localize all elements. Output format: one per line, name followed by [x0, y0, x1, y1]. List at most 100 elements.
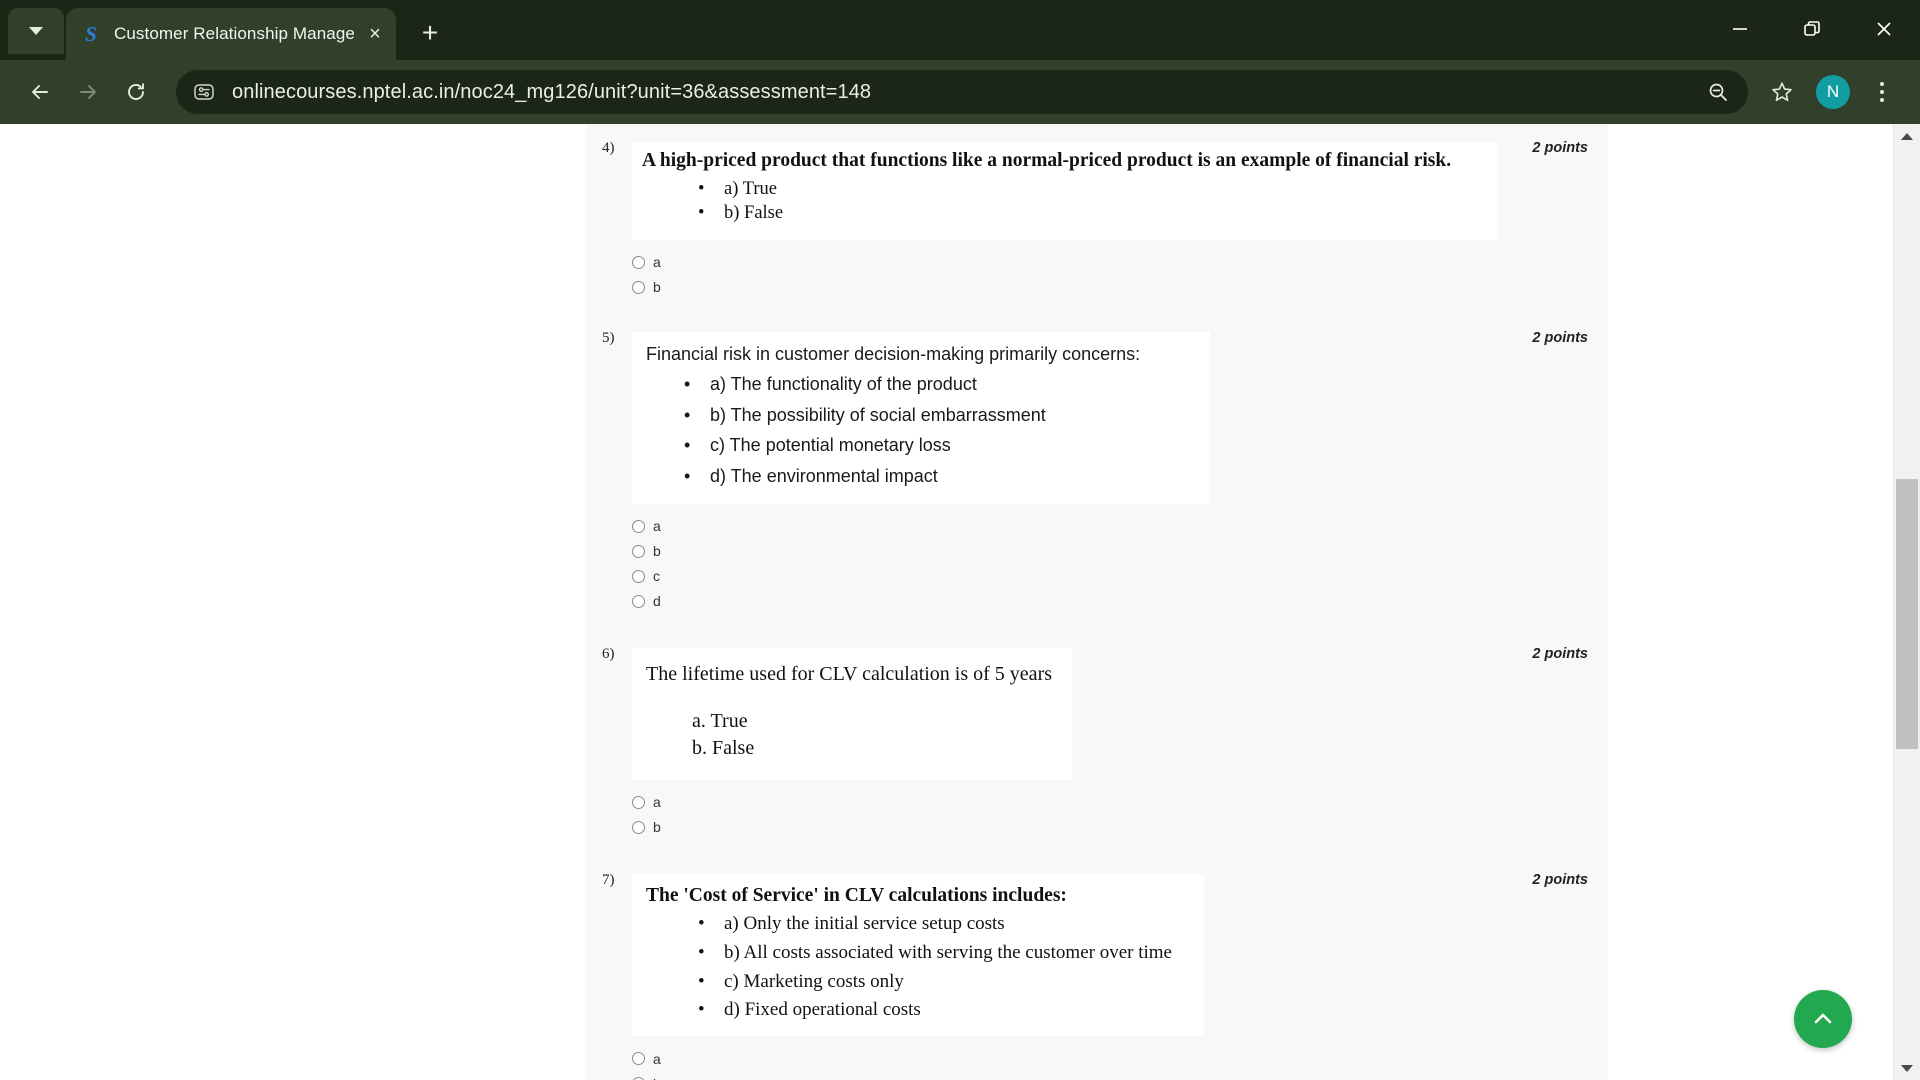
triangle-up-icon: [1901, 132, 1913, 140]
radio-button[interactable]: [632, 820, 645, 834]
answer-label: c: [653, 568, 660, 585]
tab-strip: S Customer Relationship Manage × +: [0, 0, 1920, 60]
forward-button[interactable]: [64, 68, 112, 116]
question-block: 5) 2 points Financial risk in customer d…: [586, 300, 1608, 614]
answer-choices: a b c d: [632, 504, 1608, 614]
option-item: b) All costs associated with serving the…: [698, 942, 1194, 965]
menu-dot: [1880, 82, 1884, 86]
option-item: b) The possibility of social embarrassme…: [684, 405, 1200, 427]
scroll-to-top-button[interactable]: [1794, 990, 1852, 1048]
answer-option-row[interactable]: a: [632, 1046, 1608, 1071]
answer-option-row[interactable]: b: [632, 1071, 1608, 1080]
scrollbar-down-arrow[interactable]: [1894, 1056, 1920, 1080]
question-points: 2 points: [1532, 871, 1588, 888]
close-window-button[interactable]: [1848, 0, 1920, 58]
radio-button[interactable]: [632, 569, 645, 583]
option-item: c) The potential monetary loss: [684, 435, 1200, 457]
minimize-button[interactable]: [1704, 0, 1776, 58]
radio-button[interactable]: [632, 280, 645, 294]
zoom-out-magnifier-icon[interactable]: [1696, 72, 1740, 112]
question-number: 6): [602, 645, 615, 662]
radio-button[interactable]: [632, 1052, 645, 1066]
question-options: a) Only the initial service setup costs …: [698, 913, 1194, 1022]
triangle-down-icon: [1901, 1064, 1913, 1072]
question-points: 2 points: [1532, 329, 1588, 346]
star-icon[interactable]: [1758, 68, 1806, 116]
new-tab-button[interactable]: +: [410, 13, 450, 53]
answer-option-row[interactable]: a: [632, 250, 1608, 275]
question-content: The 'Cost of Service' in CLV calculation…: [632, 873, 1204, 1037]
answer-choices: a b c d: [632, 1036, 1608, 1080]
back-button[interactable]: [16, 68, 64, 116]
question-block: 4) 2 points A high-priced product that f…: [586, 132, 1608, 300]
answer-label: b: [653, 1076, 661, 1080]
tab-title: Customer Relationship Manage: [114, 24, 355, 43]
question-number: 5): [602, 329, 615, 346]
question-points: 2 points: [1532, 140, 1588, 156]
answer-label: b: [653, 819, 661, 836]
option-item: b. False: [692, 736, 755, 759]
option-item: a) True: [698, 177, 1488, 202]
svg-text:S: S: [85, 23, 97, 45]
chevron-down-icon: [29, 27, 43, 35]
three-dot-menu-icon[interactable]: [1860, 68, 1904, 116]
option-item: a. True: [692, 709, 748, 732]
question-number: 7): [602, 871, 615, 888]
close-icon[interactable]: ×: [360, 19, 390, 49]
browser-tab[interactable]: S Customer Relationship Manage ×: [66, 8, 396, 60]
question-heading: Financial risk in customer decision-maki…: [646, 343, 1141, 364]
option-item: a) The functionality of the product: [684, 374, 1200, 396]
option-item: d) The environmental impact: [684, 466, 1200, 488]
option-item: b) False: [698, 201, 1488, 226]
toolbar-right-actions: N: [1758, 68, 1904, 116]
swayam-s-icon: S: [80, 23, 102, 45]
assessment-question-list: 4) 2 points A high-priced product that f…: [586, 124, 1608, 1080]
question-options: a) True b) False: [698, 177, 1488, 226]
scrollbar-up-arrow[interactable]: [1894, 124, 1920, 148]
answer-option-row[interactable]: c: [632, 564, 1608, 589]
option-item: a) Only the initial service setup costs: [698, 913, 1194, 936]
answer-option-row[interactable]: d: [632, 589, 1608, 614]
window-controls: [1704, 0, 1920, 58]
radio-button[interactable]: [632, 255, 645, 269]
answer-option-row[interactable]: a: [632, 514, 1608, 539]
avatar[interactable]: N: [1816, 75, 1850, 109]
page-viewport: 4) 2 points A high-priced product that f…: [0, 124, 1920, 1080]
answer-label: a: [653, 254, 661, 271]
option-item: c) Marketing costs only: [698, 971, 1194, 994]
option-item: d) Fixed operational costs: [698, 999, 1194, 1022]
radio-button[interactable]: [632, 594, 645, 608]
answer-label: b: [653, 279, 661, 296]
reload-button[interactable]: [112, 68, 160, 116]
menu-dot: [1880, 90, 1884, 94]
answer-label: a: [653, 794, 661, 811]
maximize-restore-button[interactable]: [1776, 0, 1848, 58]
answer-option-row[interactable]: b: [632, 815, 1608, 840]
permissions-icon[interactable]: [190, 78, 218, 106]
browser-window: S Customer Relationship Manage × + onlin…: [0, 0, 1920, 1080]
answer-choices: a b: [632, 780, 1608, 840]
answer-option-row[interactable]: b: [632, 539, 1608, 564]
answer-choices: a b: [632, 240, 1608, 300]
question-block: 6) 2 points The lifetime used for CLV ca…: [586, 614, 1608, 840]
tab-search-button[interactable]: [8, 8, 64, 54]
answer-option-row[interactable]: b: [632, 275, 1608, 300]
radio-button[interactable]: [632, 795, 645, 809]
assessment-page: 4) 2 points A high-priced product that f…: [0, 124, 1920, 1080]
question-options: a. True b. False: [692, 708, 1062, 762]
radio-button[interactable]: [632, 519, 645, 533]
question-content: Financial risk in customer decision-maki…: [632, 331, 1210, 504]
answer-option-row[interactable]: a: [632, 790, 1608, 815]
answer-label: b: [653, 543, 661, 560]
answer-label: a: [653, 518, 661, 535]
question-heading: The lifetime used for CLV calculation is…: [646, 662, 1053, 685]
radio-button[interactable]: [632, 544, 645, 558]
question-heading: The 'Cost of Service' in CLV calculation…: [646, 884, 1067, 906]
question-number: 4): [602, 140, 615, 156]
url-text: onlinecourses.nptel.ac.in/noc24_mg126/un…: [232, 80, 872, 103]
address-bar[interactable]: onlinecourses.nptel.ac.in/noc24_mg126/un…: [176, 70, 1748, 114]
scrollbar-thumb[interactable]: [1896, 479, 1918, 749]
browser-toolbar: onlinecourses.nptel.ac.in/noc24_mg126/un…: [0, 60, 1920, 124]
page-scrollbar[interactable]: [1893, 124, 1920, 1080]
question-points: 2 points: [1532, 645, 1588, 662]
